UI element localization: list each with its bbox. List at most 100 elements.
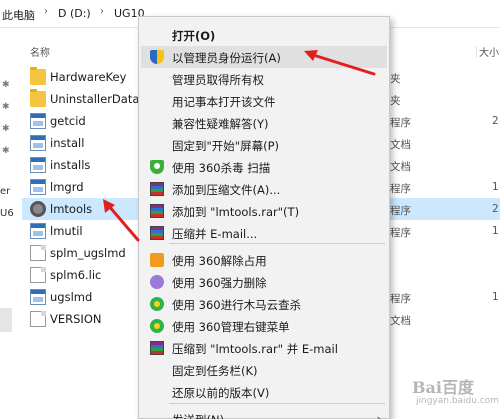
watermark-subtext: jingyan.baidu.com: [416, 396, 500, 406]
file-type-cell: 程序: [390, 205, 411, 217]
menu-item-label: 使用 360进行木马云查杀: [172, 298, 302, 312]
file-name: UninstallerData: [50, 92, 140, 106]
menu-item-label: 压缩到 "lmtools.rar" 并 E-mail: [172, 342, 338, 356]
file-type-cell: 程序: [390, 183, 411, 195]
file-name: splm_ugslmd: [50, 246, 126, 260]
menu-item[interactable]: 使用 360解除占用: [141, 249, 387, 271]
folder-icon: [30, 89, 46, 107]
file-name: getcid: [50, 114, 86, 128]
file-size-cell: 2: [492, 115, 499, 127]
doc-icon: [30, 267, 46, 283]
file-type-cell: 文档: [390, 315, 411, 327]
menu-item[interactable]: 还原以前的版本(V): [141, 381, 387, 403]
360-delete-icon: [150, 275, 164, 289]
column-divider: [476, 46, 477, 58]
menu-item-label: 兼容性疑难解答(Y): [172, 117, 269, 131]
file-size-cell: 2: [492, 203, 499, 215]
menu-item-label: 压缩并 E-mail...: [172, 227, 258, 241]
breadcrumb-drive-d[interactable]: D (D:): [58, 7, 91, 20]
menu-item-label: 发送到(N): [172, 412, 224, 419]
menu-item[interactable]: 用记事本打开该文件: [141, 90, 387, 112]
size-column-header[interactable]: 大小: [479, 44, 499, 59]
baidu-watermark: Bai百度 jingyan.baidu.com: [390, 372, 500, 412]
menu-item[interactable]: 固定到任务栏(K): [141, 359, 387, 381]
file-name: VERSION: [50, 312, 102, 326]
file-type-cell: 夹: [390, 73, 401, 85]
nav-item-fragment[interactable]: U6: [0, 208, 14, 219]
menu-item[interactable]: 使用 360进行木马云查杀: [141, 293, 387, 315]
file-name: install: [50, 136, 85, 150]
file-type-cell: 文档: [390, 161, 411, 173]
winrar-icon: [150, 182, 164, 196]
doc-icon: [30, 311, 46, 327]
menu-item[interactable]: 固定到"开始"屏幕(P): [141, 134, 387, 156]
menu-item-label: 使用 360解除占用: [172, 254, 267, 268]
red-arrow-to-lmtools: [103, 199, 140, 242]
winrar-icon: [150, 204, 164, 218]
winrar-icon: [150, 341, 164, 355]
menu-item-label: 用记事本打开该文件: [172, 95, 276, 109]
menu-item[interactable]: 使用 360管理右键菜单: [141, 315, 387, 337]
pin-icon: ✱: [2, 80, 10, 90]
exe-icon: [30, 113, 46, 129]
winrar-icon: [150, 226, 164, 240]
red-arrow-to-run-as-admin: [304, 50, 376, 76]
exe-icon: [30, 223, 46, 239]
folder-icon: [30, 67, 46, 85]
360-menu-icon: [150, 319, 164, 333]
file-size-cell: 1: [492, 181, 499, 193]
uac-shield-icon: [150, 50, 164, 64]
file-type-cell: 程序: [390, 293, 411, 305]
360-trojan-icon: [150, 297, 164, 311]
breadcrumb-separator-icon: ›: [100, 6, 104, 17]
menu-item-label: 使用 360杀毒 扫描: [172, 161, 271, 175]
exe-icon: [30, 289, 46, 305]
menu-item-label: 管理员取得所有权: [172, 73, 264, 87]
menu-item-label: 还原以前的版本(V): [172, 386, 270, 400]
breadcrumb-this-pc[interactable]: 此电脑: [2, 7, 35, 23]
360-antivirus-icon: [150, 160, 164, 174]
nav-item-fragment[interactable]: er: [0, 186, 10, 197]
file-name: lmutil: [50, 224, 83, 238]
exe-icon: [30, 179, 46, 195]
pin-icon: ✱: [2, 124, 10, 134]
pin-icon: ✱: [2, 146, 10, 156]
menu-separator: [169, 403, 385, 404]
navigation-pane: ✱ ✱ ✱ ✱ er U6: [0, 56, 14, 419]
doc-icon: [30, 245, 46, 261]
menu-separator: [169, 243, 385, 244]
file-size-cell: 1: [492, 225, 499, 237]
menu-item[interactable]: 打开(O): [141, 24, 387, 46]
exe-icon: [30, 157, 46, 173]
menu-item[interactable]: 添加到 "lmtools.rar"(T): [141, 200, 387, 222]
nav-item-hover: [0, 308, 12, 332]
menu-item-label: 打开(O): [172, 29, 216, 43]
file-name: splm6.lic: [50, 268, 102, 282]
watermark-text: Bai百度: [412, 378, 474, 397]
file-name: lmgrd: [50, 180, 84, 194]
file-name: ugslmd: [50, 290, 93, 304]
menu-item[interactable]: 压缩并 E-mail...: [141, 222, 387, 244]
menu-item[interactable]: 使用 360强力删除: [141, 271, 387, 293]
breadcrumb-separator-icon: ›: [44, 6, 48, 17]
submenu-arrow-icon: ›: [376, 412, 381, 419]
exe-icon: [30, 135, 46, 151]
360-unlock-icon: [150, 253, 164, 267]
menu-item[interactable]: 使用 360杀毒 扫描: [141, 156, 387, 178]
gear-app-icon: [30, 201, 46, 217]
file-type-cell: 文档: [390, 139, 411, 151]
file-type-cell: 程序: [390, 117, 411, 129]
menu-item-label: 添加到 "lmtools.rar"(T): [172, 205, 300, 219]
file-type-cell: 夹: [390, 95, 401, 107]
file-name: HardwareKey: [50, 70, 127, 84]
menu-item-label: 使用 360管理右键菜单: [172, 320, 290, 334]
menu-item-label: 固定到"开始"屏幕(P): [172, 139, 279, 153]
menu-item-label: 以管理员身份运行(A): [172, 51, 281, 65]
menu-item[interactable]: 兼容性疑难解答(Y): [141, 112, 387, 134]
menu-item[interactable]: 添加到压缩文件(A)...: [141, 178, 387, 200]
menu-item-label: 固定到任务栏(K): [172, 364, 258, 378]
name-column-header[interactable]: 名称: [30, 44, 50, 59]
menu-item[interactable]: 发送到(N) ›: [141, 408, 387, 419]
menu-item-label: 添加到压缩文件(A)...: [172, 183, 281, 197]
menu-item[interactable]: 压缩到 "lmtools.rar" 并 E-mail: [141, 337, 387, 359]
